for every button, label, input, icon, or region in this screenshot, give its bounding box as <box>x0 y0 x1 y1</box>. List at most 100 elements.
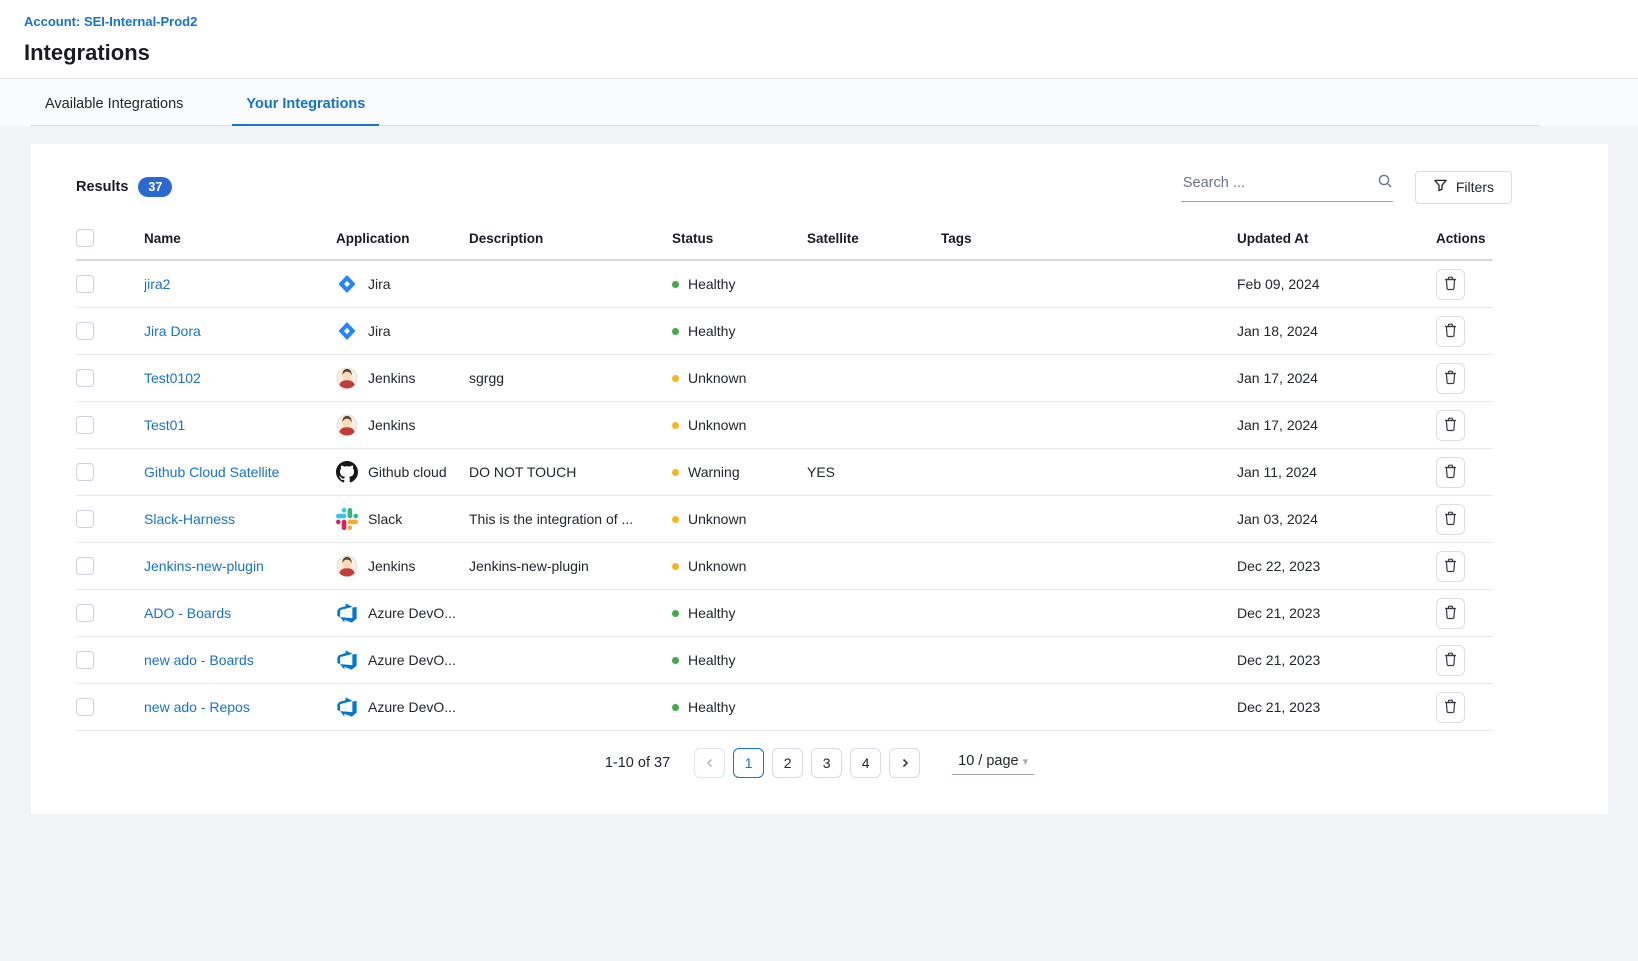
delete-button[interactable] <box>1436 504 1465 535</box>
delete-button[interactable] <box>1436 692 1465 723</box>
description-cell: sgrgg <box>469 355 672 402</box>
delete-button[interactable] <box>1436 645 1465 676</box>
description-cell: Jenkins-new-plugin <box>469 543 672 590</box>
status-label: Unknown <box>688 417 746 433</box>
column-header-tags: Tags <box>941 229 1237 260</box>
table-row: Jira Dora Jira Healthy Jan 18, 2024 <box>76 308 1493 355</box>
table-row: Github Cloud Satellite Github cloud DO N… <box>76 449 1493 496</box>
delete-button[interactable] <box>1436 551 1465 582</box>
tags-cell <box>941 308 1237 355</box>
integration-name-link[interactable]: new ado - Repos <box>144 699 250 715</box>
integration-name-link[interactable]: Test01 <box>144 417 185 433</box>
previous-page-button[interactable] <box>694 748 725 778</box>
tab-available-integrations[interactable]: Available Integrations <box>31 96 197 126</box>
trash-icon <box>1443 322 1458 341</box>
trash-icon <box>1443 604 1458 623</box>
updated-at-cell: Feb 09, 2024 <box>1237 260 1436 308</box>
azuredevops-icon <box>336 696 358 718</box>
integration-name-link[interactable]: new ado - Boards <box>144 652 254 668</box>
row-checkbox[interactable] <box>76 463 94 481</box>
search-box <box>1181 173 1393 202</box>
delete-button[interactable] <box>1436 598 1465 629</box>
row-checkbox[interactable] <box>76 416 94 434</box>
delete-button[interactable] <box>1436 457 1465 488</box>
application-label: Azure DevO... <box>368 605 456 621</box>
account-breadcrumb-link[interactable]: Account: SEI-Internal-Prod2 <box>24 14 197 29</box>
updated-at-cell: Jan 03, 2024 <box>1237 496 1436 543</box>
page-button-4[interactable]: 4 <box>850 748 881 778</box>
row-checkbox[interactable] <box>76 557 94 575</box>
tab-strip: Available Integrations Your Integrations <box>0 79 1638 126</box>
column-header-satellite: Satellite <box>807 229 941 260</box>
row-checkbox[interactable] <box>76 604 94 622</box>
page-size-label: 10 / page <box>958 753 1018 769</box>
tags-cell <box>941 449 1237 496</box>
jenkins-icon <box>336 414 358 436</box>
filters-button[interactable]: Filters <box>1415 171 1512 204</box>
table-row: new ado - Boards Azure DevO... Healthy D… <box>76 637 1493 684</box>
table-row: Test0102 Jenkins sgrgg Unknown Jan 17, 2… <box>76 355 1493 402</box>
row-checkbox[interactable] <box>76 369 94 387</box>
delete-button[interactable] <box>1436 410 1465 441</box>
tab-your-integrations[interactable]: Your Integrations <box>232 96 379 126</box>
updated-at-cell: Jan 17, 2024 <box>1237 355 1436 402</box>
satellite-cell <box>807 590 941 637</box>
application-label: Jenkins <box>368 417 415 433</box>
status-label: Unknown <box>688 370 746 386</box>
page-button-1[interactable]: 1 <box>733 748 764 778</box>
page-button-2[interactable]: 2 <box>772 748 803 778</box>
status-dot-icon <box>672 375 679 382</box>
row-checkbox[interactable] <box>76 651 94 669</box>
page-size-select[interactable]: 10 / page ▾ <box>952 751 1034 775</box>
slack-icon <box>336 508 358 530</box>
status-dot-icon <box>672 469 679 476</box>
next-page-button[interactable] <box>889 748 920 778</box>
application-label: Jira <box>368 276 391 292</box>
delete-button[interactable] <box>1436 316 1465 347</box>
delete-button[interactable] <box>1436 363 1465 394</box>
integration-name-link[interactable]: jira2 <box>144 276 170 292</box>
updated-at-cell: Jan 17, 2024 <box>1237 402 1436 449</box>
select-all-checkbox[interactable] <box>76 229 94 247</box>
integration-name-link[interactable]: Github Cloud Satellite <box>144 464 279 480</box>
status-label: Unknown <box>688 511 746 527</box>
column-header-updated-at: Updated At <box>1237 229 1436 260</box>
integration-name-link[interactable]: Jenkins-new-plugin <box>144 558 264 574</box>
integration-name-link[interactable]: ADO - Boards <box>144 605 231 621</box>
row-checkbox[interactable] <box>76 510 94 528</box>
status-label: Healthy <box>688 652 735 668</box>
column-header-status: Status <box>672 229 807 260</box>
status-label: Healthy <box>688 699 735 715</box>
trash-icon <box>1443 416 1458 435</box>
delete-button[interactable] <box>1436 269 1465 300</box>
column-header-application: Application <box>336 229 469 260</box>
trash-icon <box>1443 698 1458 717</box>
description-cell <box>469 402 672 449</box>
integration-name-link[interactable]: Slack-Harness <box>144 511 235 527</box>
row-checkbox[interactable] <box>76 275 94 293</box>
description-cell <box>469 308 672 355</box>
row-checkbox[interactable] <box>76 322 94 340</box>
tab-bar: Available Integrations Your Integrations <box>31 96 1540 126</box>
status-dot-icon <box>672 281 679 288</box>
results-count-badge: 37 <box>138 177 172 197</box>
status-dot-icon <box>672 516 679 523</box>
azuredevops-icon <box>336 649 358 671</box>
satellite-cell <box>807 308 941 355</box>
integration-name-link[interactable]: Test0102 <box>144 370 201 386</box>
status-dot-icon <box>672 563 679 570</box>
results-label: Results <box>76 179 128 195</box>
updated-at-cell: Jan 11, 2024 <box>1237 449 1436 496</box>
page-button-3[interactable]: 3 <box>811 748 842 778</box>
integration-name-link[interactable]: Jira Dora <box>144 323 201 339</box>
table-row: Jenkins-new-plugin Jenkins Jenkins-new-p… <box>76 543 1493 590</box>
search-input[interactable] <box>1181 174 1377 192</box>
funnel-icon <box>1433 178 1448 196</box>
toolbar: Results 37 Filters <box>31 169 1608 205</box>
status-label: Healthy <box>688 276 735 292</box>
description-cell <box>469 590 672 637</box>
application-label: Jenkins <box>368 558 415 574</box>
row-checkbox[interactable] <box>76 698 94 716</box>
tags-cell <box>941 355 1237 402</box>
application-label: Jira <box>368 323 391 339</box>
